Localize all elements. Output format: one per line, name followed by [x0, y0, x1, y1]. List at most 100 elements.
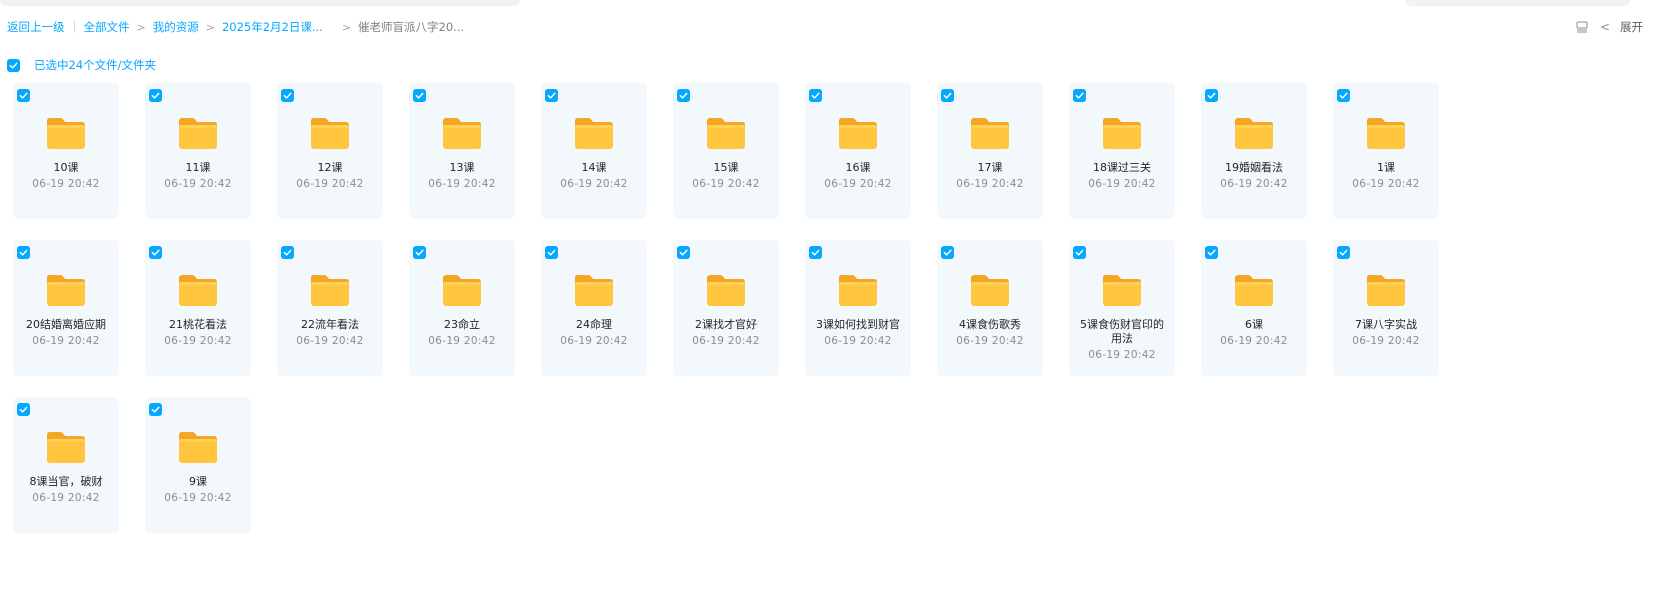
folder-checkbox[interactable] [1205, 246, 1218, 259]
folder-card[interactable]: 20结婚离婚应期 06-19 20:42 [13, 240, 119, 376]
folder-card[interactable]: 16课 06-19 20:42 [805, 83, 911, 219]
folder-card[interactable]: 11课 06-19 20:42 [145, 83, 251, 219]
folder-checkbox[interactable] [1073, 246, 1086, 259]
expand-button[interactable]: 展开 [1620, 19, 1643, 35]
breadcrumb-item-course-folder[interactable]: 2025年2月2日课... [222, 19, 323, 35]
back-link[interactable]: 返回上一级 [7, 19, 65, 35]
folder-modified-time: 06-19 20:42 [692, 178, 760, 190]
folder-modified-time: 06-19 20:42 [428, 335, 496, 347]
folder-name: 13课 [449, 161, 475, 174]
folder-checkbox[interactable] [281, 246, 294, 259]
folder-checkbox[interactable] [413, 89, 426, 102]
folder-checkbox[interactable] [1337, 246, 1350, 259]
folder-icon [1235, 118, 1273, 149]
folder-checkbox[interactable] [677, 89, 690, 102]
folder-card[interactable]: 23命立 06-19 20:42 [409, 240, 515, 376]
list-view-icon[interactable] [1576, 21, 1588, 33]
folder-modified-time: 06-19 20:42 [428, 178, 496, 190]
folder-checkbox[interactable] [941, 89, 954, 102]
folder-modified-time: 06-19 20:42 [32, 178, 100, 190]
folder-checkbox[interactable] [149, 246, 162, 259]
folder-card[interactable]: 24命理 06-19 20:42 [541, 240, 647, 376]
folder-checkbox[interactable] [677, 246, 690, 259]
folder-name: 12课 [317, 161, 343, 174]
folder-card[interactable]: 14课 06-19 20:42 [541, 83, 647, 219]
chevron-left-icon[interactable]: < [1600, 20, 1610, 34]
folder-card[interactable]: 7课八字实战 06-19 20:42 [1333, 240, 1439, 376]
folder-checkbox[interactable] [1337, 89, 1350, 102]
folder-card[interactable]: 13课 06-19 20:42 [409, 83, 515, 219]
folder-checkbox[interactable] [1073, 89, 1086, 102]
folder-modified-time: 06-19 20:42 [1352, 335, 1420, 347]
folder-checkbox[interactable] [809, 89, 822, 102]
folder-checkbox[interactable] [17, 246, 30, 259]
folder-checkbox[interactable] [149, 89, 162, 102]
folder-card[interactable]: 1课 06-19 20:42 [1333, 83, 1439, 219]
folder-icon [443, 118, 481, 149]
folder-name: 16课 [845, 161, 871, 174]
folder-modified-time: 06-19 20:42 [164, 178, 232, 190]
folder-name: 7课八字实战 [1355, 318, 1417, 331]
folder-modified-time: 06-19 20:42 [1352, 178, 1420, 190]
folder-icon [1235, 275, 1273, 306]
folder-modified-time: 06-19 20:42 [1088, 349, 1156, 361]
folder-checkbox[interactable] [545, 89, 558, 102]
folder-checkbox[interactable] [809, 246, 822, 259]
folder-icon [575, 275, 613, 306]
folder-name: 23命立 [444, 318, 480, 331]
folder-icon [839, 275, 877, 306]
folder-checkbox[interactable] [17, 403, 30, 416]
folder-icon [1367, 275, 1405, 306]
folder-name: 22流年看法 [301, 318, 359, 331]
folder-card[interactable]: 5课食伤财官印的用法 06-19 20:42 [1069, 240, 1175, 376]
folder-card[interactable]: 17课 06-19 20:42 [937, 83, 1043, 219]
folder-card[interactable]: 10课 06-19 20:42 [13, 83, 119, 219]
folder-card[interactable]: 18课过三关 06-19 20:42 [1069, 83, 1175, 219]
breadcrumb-current: 催老师盲派八字20... [358, 20, 465, 34]
folder-checkbox[interactable] [941, 246, 954, 259]
folder-checkbox[interactable] [1205, 89, 1218, 102]
breadcrumb-item-all-files[interactable]: 全部文件 [84, 19, 130, 35]
folder-checkbox[interactable] [281, 89, 294, 102]
folder-name: 10课 [53, 161, 79, 174]
folder-card[interactable]: 4课食伤歌秀 06-19 20:42 [937, 240, 1043, 376]
folder-card[interactable]: 6课 06-19 20:42 [1201, 240, 1307, 376]
folder-name: 15课 [713, 161, 739, 174]
folder-icon [971, 118, 1009, 149]
folder-name: 11课 [185, 161, 211, 174]
folder-checkbox[interactable] [545, 246, 558, 259]
folder-modified-time: 06-19 20:42 [692, 335, 760, 347]
folder-name: 24命理 [576, 318, 612, 331]
folder-checkbox[interactable] [149, 403, 162, 416]
folder-card[interactable]: 12课 06-19 20:42 [277, 83, 383, 219]
folder-icon [707, 118, 745, 149]
folder-modified-time: 06-19 20:42 [1220, 335, 1288, 347]
folder-icon [575, 118, 613, 149]
folder-name: 2课找才官好 [695, 318, 757, 331]
folder-icon [47, 432, 85, 463]
folder-checkbox[interactable] [413, 246, 426, 259]
folder-card[interactable]: 9课 06-19 20:42 [145, 397, 251, 533]
folder-icon [1103, 118, 1141, 149]
chevron-right-icon: > [136, 20, 146, 34]
folder-modified-time: 06-19 20:42 [164, 492, 232, 504]
folder-name: 9课 [189, 475, 207, 488]
select-all-checkbox[interactable] [7, 58, 20, 72]
folder-card[interactable]: 8课当官，破财 06-19 20:42 [13, 397, 119, 533]
folder-card[interactable]: 22流年看法 06-19 20:42 [277, 240, 383, 376]
folder-card[interactable]: 21桃花看法 06-19 20:42 [145, 240, 251, 376]
folder-icon [443, 275, 481, 306]
folder-card[interactable]: 3课如何找到财官 06-19 20:42 [805, 240, 911, 376]
chevron-right-icon: > [205, 20, 215, 34]
folder-modified-time: 06-19 20:42 [32, 335, 100, 347]
folder-modified-time: 06-19 20:42 [32, 492, 100, 504]
folder-icon [311, 118, 349, 149]
folder-name: 6课 [1245, 318, 1263, 331]
folder-card[interactable]: 2课找才官好 06-19 20:42 [673, 240, 779, 376]
folder-card[interactable]: 15课 06-19 20:42 [673, 83, 779, 219]
folder-name: 21桃花看法 [169, 318, 227, 331]
breadcrumb-divider [73, 21, 75, 33]
breadcrumb-item-my-resources[interactable]: 我的资源 [153, 19, 199, 35]
folder-checkbox[interactable] [17, 89, 30, 102]
folder-card[interactable]: 19婚姻看法 06-19 20:42 [1201, 83, 1307, 219]
